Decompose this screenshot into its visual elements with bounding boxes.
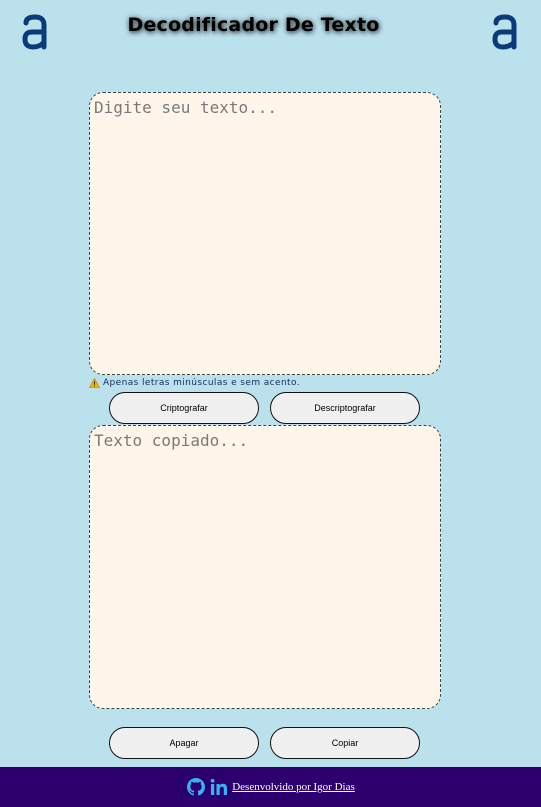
decrypt-button[interactable]: Descriptografar xyxy=(270,392,420,424)
linkedin-icon[interactable] xyxy=(210,778,228,796)
encrypt-button[interactable]: Criptografar xyxy=(109,392,259,424)
warning-icon xyxy=(89,378,100,388)
output-textarea[interactable] xyxy=(89,425,441,709)
page-title: Decodificador De Texto xyxy=(127,14,380,36)
footer: Desenvolvido por Igor Dias xyxy=(0,767,541,807)
input-textarea[interactable] xyxy=(89,92,441,375)
input-warning: Apenas letras minúsculas e sem acento. xyxy=(89,377,300,389)
footer-credit-link[interactable]: Desenvolvido por Igor Dias xyxy=(232,781,355,793)
warning-text: Apenas letras minúsculas e sem acento. xyxy=(103,378,300,388)
github-icon[interactable] xyxy=(186,777,206,797)
clear-button[interactable]: Apagar xyxy=(109,727,259,759)
copy-button[interactable]: Copiar xyxy=(270,727,420,759)
